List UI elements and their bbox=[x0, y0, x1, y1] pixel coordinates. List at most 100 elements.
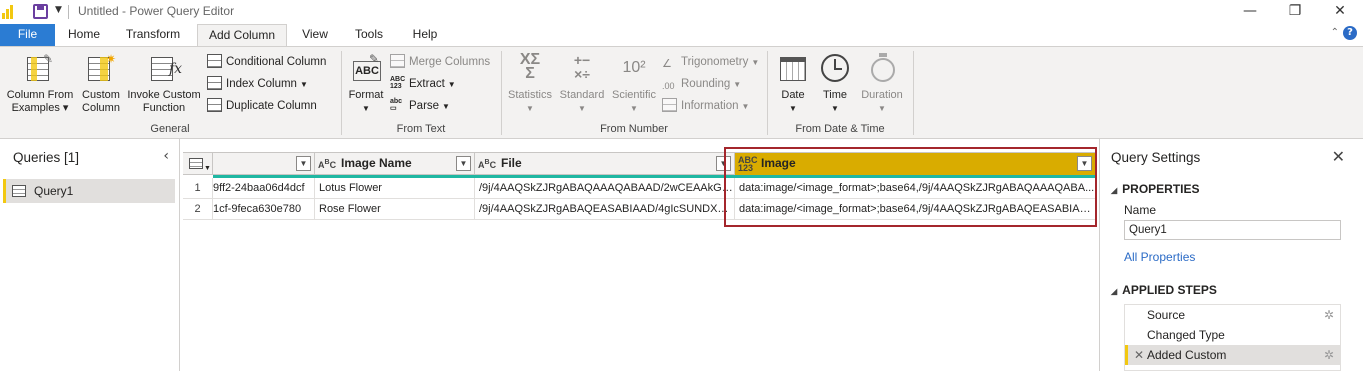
quick-access-dropdown-icon[interactable]: ▼ bbox=[55, 5, 62, 15]
applied-step[interactable]: Source ✲ bbox=[1125, 305, 1340, 325]
close-icon[interactable]: ✕ bbox=[1332, 147, 1345, 166]
column-from-examples-label-line1: Column From bbox=[6, 89, 74, 101]
delete-step-icon[interactable]: ✕ bbox=[1134, 345, 1144, 365]
rounding-button[interactable]: .00 Rounding ▼ bbox=[662, 74, 741, 94]
duplicate-column-icon bbox=[207, 97, 222, 112]
statistics-icon: XΣ Σ bbox=[519, 51, 541, 82]
tab-home[interactable]: Home bbox=[58, 24, 110, 46]
stopwatch-icon bbox=[867, 53, 897, 83]
custom-column-button[interactable]: ✷ Custom Column bbox=[78, 53, 124, 115]
standard-label: Standard bbox=[559, 89, 605, 101]
extract-button[interactable]: ABC 123 Extract ▼ bbox=[390, 74, 456, 94]
applied-steps-label: APPLIED STEPS bbox=[1122, 283, 1217, 297]
table-cell[interactable]: Rose Flower bbox=[315, 199, 475, 220]
collapse-triangle-icon: ◢ bbox=[1111, 186, 1118, 195]
tab-transform[interactable]: Transform bbox=[116, 24, 190, 46]
collapse-triangle-icon: ◢ bbox=[1111, 287, 1118, 296]
column-header-file[interactable]: ABC File ▼ bbox=[475, 153, 735, 175]
applied-step[interactable]: Changed Type bbox=[1125, 325, 1340, 345]
group-label-from-date-time: From Date & Time bbox=[795, 123, 885, 135]
table-icon bbox=[189, 158, 203, 169]
column-from-examples-button[interactable]: ✎ Column From Examples ▾ bbox=[4, 53, 76, 115]
merge-columns-button[interactable]: Merge Columns bbox=[390, 52, 490, 72]
parse-label: Parse bbox=[409, 100, 440, 112]
tab-help[interactable]: Help bbox=[403, 24, 447, 46]
duration-label: Duration bbox=[861, 89, 903, 101]
settings-title: Query Settings bbox=[1111, 150, 1201, 165]
close-button[interactable]: ✕ bbox=[1317, 0, 1363, 24]
window-title: Untitled - Power Query Editor bbox=[78, 4, 235, 18]
parse-icon: abc ▭ bbox=[390, 97, 403, 112]
minimize-button[interactable]: — bbox=[1227, 0, 1273, 24]
query-name-input[interactable]: Query1 bbox=[1124, 220, 1341, 240]
help-icon[interactable]: ? bbox=[1343, 26, 1357, 40]
format-button[interactable]: ABC ✎ Format ▼ bbox=[345, 53, 387, 115]
format-label: Format bbox=[348, 89, 384, 101]
column-header-image-name[interactable]: ABC Image Name ▼ bbox=[315, 153, 475, 175]
tab-tools[interactable]: Tools bbox=[345, 24, 393, 46]
query-item[interactable]: Query1 bbox=[3, 179, 175, 203]
properties-label: PROPERTIES bbox=[1122, 182, 1200, 196]
duration-button[interactable]: Duration ▼ bbox=[856, 53, 908, 115]
table-cell[interactable]: 1cf-9feca630e780 bbox=[213, 199, 315, 220]
standard-button[interactable]: +− ×÷ Standard ▼ bbox=[557, 53, 607, 115]
scientific-label: Scientific bbox=[611, 89, 657, 101]
tab-add-column[interactable]: Add Column bbox=[197, 24, 287, 47]
table-cell[interactable]: 9ff2-24baa06d4dcf bbox=[213, 178, 315, 199]
column-header[interactable]: ▼ bbox=[213, 153, 315, 175]
date-button[interactable]: Date ▼ bbox=[772, 53, 814, 115]
restore-button[interactable]: ❐ bbox=[1272, 0, 1318, 24]
collapse-ribbon-icon[interactable]: ⌃ bbox=[1331, 27, 1339, 38]
save-icon[interactable] bbox=[33, 4, 48, 19]
column-header-label: Image Name bbox=[341, 156, 412, 170]
properties-section[interactable]: ◢ PROPERTIES bbox=[1111, 182, 1200, 196]
dropdown-arrow-icon: ▼ bbox=[733, 80, 742, 89]
gear-icon[interactable]: ✲ bbox=[1324, 345, 1334, 365]
information-button[interactable]: Information ▼ bbox=[662, 96, 749, 116]
tab-view[interactable]: View bbox=[294, 24, 336, 46]
powerbi-logo-icon bbox=[2, 5, 16, 19]
index-column-button[interactable]: Index Column ▼ bbox=[207, 74, 308, 94]
trigonometry-button[interactable]: ∠ Trigonometry ▼ bbox=[662, 52, 759, 72]
time-button[interactable]: Time ▼ bbox=[815, 53, 855, 115]
tab-file[interactable]: File bbox=[0, 24, 55, 46]
dropdown-arrow-icon: ▼ bbox=[204, 165, 211, 172]
filter-dropdown-icon[interactable]: ▼ bbox=[296, 156, 311, 171]
group-label-general: General bbox=[150, 123, 190, 135]
all-properties-link[interactable]: All Properties bbox=[1124, 250, 1195, 264]
parse-button[interactable]: abc ▭ Parse ▼ bbox=[390, 96, 450, 116]
statistics-button[interactable]: XΣ Σ Statistics ▼ bbox=[505, 51, 555, 115]
dropdown-arrow-icon: ▼ bbox=[578, 104, 586, 113]
conditional-column-button[interactable]: Conditional Column bbox=[207, 52, 326, 72]
step-label: Changed Type bbox=[1147, 328, 1225, 342]
ribbon: ✎ Column From Examples ▾ ✷ Custom Column… bbox=[0, 46, 1363, 139]
invoke-custom-function-icon: fx bbox=[149, 53, 182, 83]
dropdown-arrow-icon: ▼ bbox=[741, 102, 750, 111]
dropdown-arrow-icon: ▼ bbox=[831, 104, 839, 113]
index-column-label: Index Column bbox=[226, 78, 297, 90]
applied-steps-section[interactable]: ◢ APPLIED STEPS bbox=[1111, 283, 1217, 297]
invoke-custom-function-button[interactable]: fx Invoke Custom Function bbox=[124, 53, 204, 115]
statistics-label: Statistics bbox=[507, 89, 552, 101]
text-type-icon: ABC bbox=[318, 159, 337, 170]
filter-dropdown-icon[interactable]: ▼ bbox=[456, 156, 471, 171]
table-menu-button[interactable]: ▼ bbox=[183, 153, 213, 175]
dropdown-arrow-icon: ▼ bbox=[442, 102, 450, 111]
merge-columns-icon bbox=[390, 53, 405, 68]
scientific-button[interactable]: 10² Scientific ▼ bbox=[609, 53, 659, 115]
time-label: Time bbox=[822, 89, 848, 101]
conditional-column-icon bbox=[207, 53, 222, 68]
table-cell[interactable]: /9j/4AAQSkZJRgABAQEASABIAAD/4gIcSUNDX1BS… bbox=[475, 199, 735, 220]
row-number: 1 bbox=[183, 178, 213, 199]
trigonometry-label: Trigonometry bbox=[681, 56, 749, 68]
dropdown-arrow-icon: ▼ bbox=[789, 104, 797, 113]
duplicate-column-button[interactable]: Duplicate Column bbox=[207, 96, 317, 116]
title-bar: ▼ Untitled - Power Query Editor — ❐ ✕ bbox=[0, 0, 1363, 24]
gear-icon[interactable]: ✲ bbox=[1324, 305, 1334, 325]
table-cell[interactable]: Lotus Flower bbox=[315, 178, 475, 199]
collapse-pane-icon[interactable]: ‹ bbox=[163, 148, 169, 164]
applied-step-selected[interactable]: ✕ Added Custom ✲ bbox=[1125, 345, 1340, 365]
dropdown-arrow-icon: ▼ bbox=[751, 58, 760, 67]
table-cell[interactable]: /9j/4AAQSkZJRgABAQAAAQABAAD/2wCEAAkGBx..… bbox=[475, 178, 735, 199]
calendar-icon bbox=[778, 53, 808, 83]
